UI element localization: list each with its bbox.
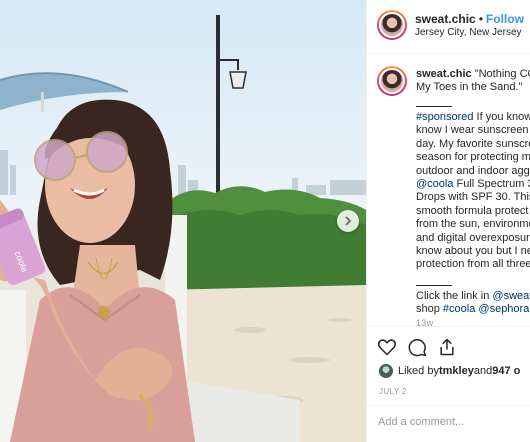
caption-title-line2: My Toes in the Sand." — [416, 81, 523, 93]
divider — [416, 106, 452, 110]
caption-title-line1: "Nothing CO — [474, 68, 530, 80]
caption-line: day. My favorite sunscre — [416, 137, 530, 150]
caption-line: know I wear sunscreen e — [416, 124, 530, 137]
caption-text: shop — [416, 303, 443, 316]
caption-line: season for protecting m — [416, 151, 530, 164]
mention-link[interactable]: @sephora — [478, 303, 529, 315]
caption-line: protection from all three — [416, 258, 530, 271]
caption-username[interactable]: sweat.chic — [416, 68, 472, 80]
caption-line: #sponsored If you know — [416, 111, 530, 124]
liker-avatar — [379, 364, 393, 378]
likes-and: and — [473, 365, 493, 377]
caption-line: Drops with SPF 30. This — [416, 191, 530, 204]
next-photo-button[interactable] — [337, 210, 359, 232]
hashtag-link[interactable]: #coola — [443, 303, 475, 315]
caption-timestamp[interactable]: 13w — [416, 318, 433, 326]
caption-section: sweat.chic "Nothing CO My Toes in the Sa… — [367, 54, 530, 326]
hashtag-link[interactable]: #sponsored — [416, 111, 474, 123]
separator-dot: • — [478, 12, 483, 26]
caption-line: Click the link in @sweat — [416, 290, 530, 303]
divider — [416, 285, 452, 289]
caption-avatar[interactable] — [377, 66, 407, 96]
caption-text: If you know — [473, 111, 530, 123]
caption-line: shop #coola @sephora — [416, 303, 530, 316]
share-icon[interactable] — [437, 337, 457, 357]
header-username[interactable]: sweat.chic — [415, 12, 476, 26]
post-side-panel: sweat.chic • Follow Jersey City, New Jerse… — [366, 0, 530, 442]
chevron-right-icon — [345, 216, 352, 226]
caption-text: Click the link in — [416, 290, 493, 303]
comment-icon[interactable] — [407, 337, 427, 357]
caption-line: and digital overexposur — [416, 231, 530, 244]
post-actions: Liked by tmkley and 947 o JULY 2 — [367, 326, 530, 442]
caption-line: from the sun, environme — [416, 218, 530, 231]
header-username-row: sweat.chic • Follow — [415, 12, 524, 26]
location-link[interactable]: Jersey City, New Jersey — [415, 27, 522, 38]
avatar[interactable] — [377, 10, 407, 40]
comment-input[interactable] — [378, 416, 528, 428]
follow-button[interactable]: Follow — [486, 12, 524, 26]
likes-prefix: Liked by — [398, 365, 439, 377]
mention-link[interactable]: @sweat — [492, 290, 530, 302]
mention-link[interactable]: @coola — [416, 178, 453, 190]
caption-line: know about you but I ne — [416, 244, 530, 257]
liker-username[interactable]: tmkley — [439, 365, 474, 377]
photo-illustration: coola — [0, 15, 366, 442]
likes-count[interactable]: 947 o — [492, 365, 520, 377]
caption-body: #sponsored If you know know I wear sunsc… — [416, 106, 530, 317]
comment-box — [367, 405, 530, 442]
caption-line: outdoor and indoor agg — [416, 164, 530, 177]
post-photo[interactable]: coola — [0, 0, 366, 442]
caption-text: Full Spectrum 3 — [453, 177, 530, 190]
likes-summary[interactable]: Liked by tmkley and 947 o — [379, 364, 520, 378]
caption-line: @coola Full Spectrum 3 — [416, 178, 530, 191]
heart-icon[interactable] — [377, 337, 397, 357]
caption-header: sweat.chic "Nothing CO My Toes in the Sa… — [416, 68, 530, 94]
caption-line: smooth formula protect — [416, 204, 529, 217]
post-date: JULY 2 — [379, 387, 407, 396]
action-icons — [377, 337, 457, 357]
post-header: sweat.chic • Follow Jersey City, New Jerse… — [367, 0, 530, 54]
